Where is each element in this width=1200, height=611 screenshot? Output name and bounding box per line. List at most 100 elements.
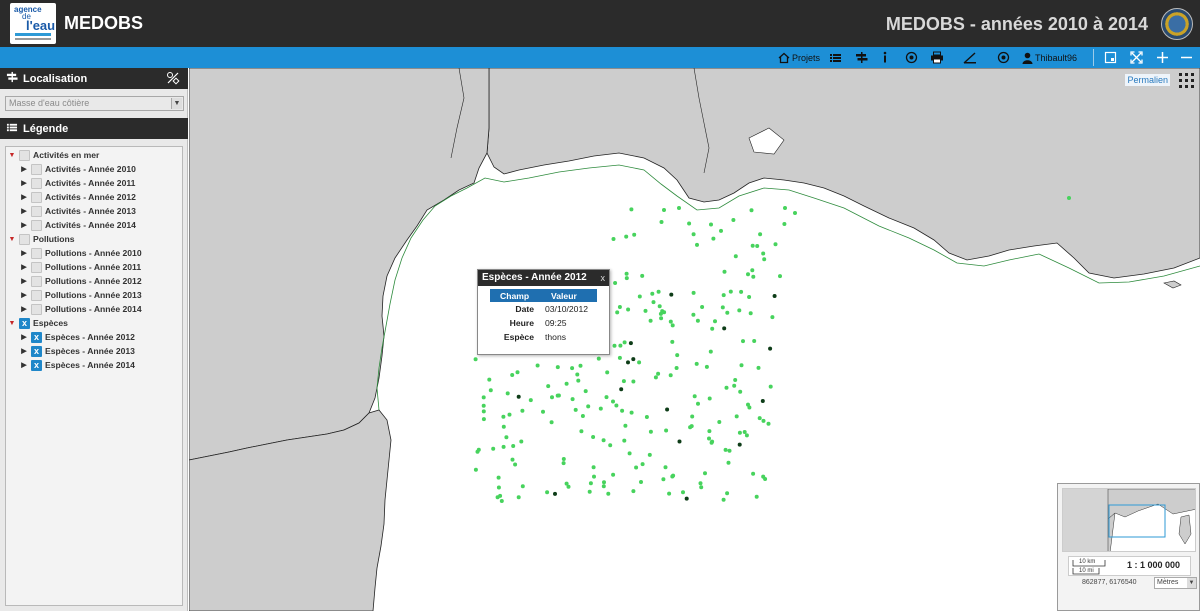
observation-point[interactable]	[639, 480, 643, 484]
observation-point[interactable]	[564, 381, 569, 386]
info-button[interactable]	[880, 49, 890, 66]
observation-point[interactable]	[659, 316, 664, 321]
observation-point[interactable]	[604, 395, 609, 400]
observation-point[interactable]	[692, 394, 697, 399]
observation-point[interactable]	[549, 420, 554, 425]
observation-point[interactable]	[647, 452, 652, 457]
observation-point[interactable]	[573, 407, 578, 412]
observation-point[interactable]	[707, 429, 712, 434]
list-button[interactable]	[829, 49, 842, 66]
collapse-arrow-icon[interactable]: ▶	[20, 333, 28, 341]
observation-point[interactable]	[731, 218, 736, 222]
observation-point[interactable]	[637, 294, 642, 299]
observation-point[interactable]	[644, 415, 649, 419]
observation-point[interactable]	[703, 471, 707, 476]
observation-point[interactable]	[752, 339, 757, 343]
observation-point[interactable]	[744, 433, 749, 438]
observation-point[interactable]	[631, 357, 636, 362]
observation-point[interactable]	[481, 395, 486, 400]
expand-arrow-icon[interactable]: ▼	[8, 236, 16, 243]
collapse-arrow-icon[interactable]: ▶	[20, 249, 28, 257]
observation-point[interactable]	[643, 308, 648, 313]
observation-point[interactable]	[772, 294, 777, 298]
observation-point[interactable]	[611, 472, 616, 477]
observation-point[interactable]	[748, 311, 753, 316]
observation-point[interactable]	[665, 407, 670, 412]
layer-checkbox[interactable]	[31, 163, 42, 175]
print-button[interactable]	[930, 49, 944, 66]
observation-point[interactable]	[622, 340, 627, 345]
observation-point[interactable]	[782, 222, 787, 226]
observation-point[interactable]	[670, 339, 675, 344]
observation-point[interactable]	[520, 408, 525, 413]
layer-checkbox[interactable]	[31, 289, 42, 301]
observation-point[interactable]	[546, 384, 551, 389]
observation-point[interactable]	[711, 236, 716, 241]
observation-point[interactable]	[668, 373, 673, 378]
observation-point[interactable]	[496, 475, 501, 480]
observation-point[interactable]	[695, 318, 700, 323]
observation-point[interactable]	[670, 474, 675, 479]
observation-point[interactable]	[624, 276, 629, 281]
observation-point[interactable]	[656, 371, 661, 376]
layer-checkbox[interactable]	[31, 247, 42, 259]
layer-item[interactable]: ▶ Pollutions - Année 2014	[20, 302, 142, 316]
observation-point[interactable]	[754, 494, 759, 499]
layer-item[interactable]: ▶ Pollutions - Année 2012	[20, 274, 142, 288]
observation-point[interactable]	[629, 410, 634, 415]
observation-point[interactable]	[473, 467, 478, 472]
observation-point[interactable]	[659, 220, 664, 224]
layer-checkbox-checked[interactable]: x	[31, 345, 42, 357]
observation-point[interactable]	[601, 484, 606, 489]
layer-checkbox[interactable]	[19, 149, 30, 161]
observation-point[interactable]	[709, 222, 713, 227]
layer-item[interactable]: ▶ Activités - Année 2010	[20, 162, 136, 176]
observation-point[interactable]	[588, 481, 593, 486]
layer-checkbox[interactable]	[31, 191, 42, 203]
locate-button[interactable]	[997, 49, 1010, 66]
observation-point[interactable]	[662, 208, 666, 212]
observation-point[interactable]	[510, 457, 515, 462]
observation-point[interactable]	[694, 361, 699, 366]
close-icon[interactable]: x	[601, 270, 606, 286]
observation-point[interactable]	[761, 418, 766, 423]
layer-item[interactable]: ▶ Pollutions - Année 2010	[20, 246, 142, 260]
observation-point[interactable]	[637, 360, 642, 365]
observation-point[interactable]	[591, 465, 596, 470]
observation-point[interactable]	[737, 430, 742, 435]
observation-point[interactable]	[528, 398, 533, 403]
observation-point[interactable]	[768, 346, 773, 351]
observation-point[interactable]	[749, 208, 754, 213]
observation-point[interactable]	[553, 491, 557, 496]
observation-point[interactable]	[481, 409, 486, 414]
observation-point[interactable]	[516, 394, 521, 399]
zoom-in-button[interactable]	[1156, 49, 1169, 66]
observation-point[interactable]	[732, 383, 737, 388]
observation-point[interactable]	[675, 353, 680, 358]
observation-point[interactable]	[499, 499, 504, 503]
observation-point[interactable]	[621, 379, 626, 384]
layer-item[interactable]: ▶ Activités - Année 2011	[20, 176, 135, 190]
observation-point[interactable]	[717, 420, 722, 424]
observation-point[interactable]	[481, 417, 486, 422]
observation-point[interactable]	[520, 484, 525, 489]
select-box-button[interactable]	[1104, 49, 1117, 66]
observation-point[interactable]	[758, 232, 763, 237]
observation-point[interactable]	[515, 370, 520, 375]
observation-point[interactable]	[623, 423, 628, 428]
collapse-arrow-icon[interactable]: ▶	[20, 277, 28, 285]
observation-point[interactable]	[739, 289, 744, 294]
layer-group-pollutions[interactable]: ▼ Pollutions	[8, 232, 75, 246]
observation-point[interactable]	[505, 391, 510, 396]
observation-point[interactable]	[650, 291, 655, 296]
projects-button[interactable]: Projets	[778, 49, 820, 66]
observation-point[interactable]	[653, 375, 658, 380]
observation-point[interactable]	[561, 457, 566, 461]
localisation-header[interactable]: Localisation	[0, 68, 188, 89]
observation-point[interactable]	[627, 451, 632, 456]
layer-group-especes[interactable]: ▼ x Espèces	[8, 316, 68, 330]
observation-point[interactable]	[756, 365, 761, 370]
observation-point[interactable]	[707, 436, 711, 441]
observation-point[interactable]	[487, 377, 492, 382]
layer-group-activites[interactable]: ▼ Activités en mer	[8, 148, 99, 162]
